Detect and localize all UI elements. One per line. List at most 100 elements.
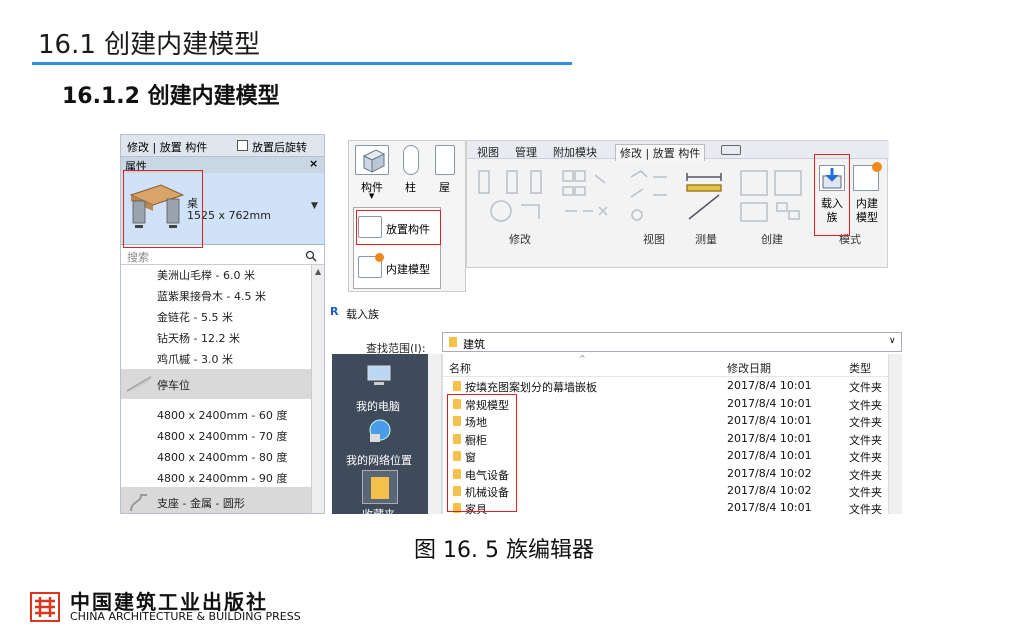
list-item[interactable]: 4800 x 2400mm - 90 度 <box>157 470 287 486</box>
view-tools <box>627 167 673 225</box>
list-scrollbar[interactable]: ▲ <box>311 265 324 513</box>
places-network[interactable]: 我的网络位置 <box>346 452 412 468</box>
context-tab-bar: 修改 | 放置 构件 放置后旋转 <box>121 135 324 157</box>
inplace-model-icon[interactable] <box>853 162 882 191</box>
lookin-select[interactable]: 建筑 ∨ <box>442 332 902 352</box>
modify-tools-icon[interactable] <box>471 167 621 225</box>
tab-modify-place[interactable]: 修改 | 放置 构件 <box>615 144 706 161</box>
dialog-title: 载入族 <box>346 308 379 321</box>
file-date: 2017/8/4 10:01 <box>727 414 812 427</box>
load-family-dialog: R 载入族 查找范围(I): 建筑 ∨ 我的电脑 我的网络位置 收藏夹 名称 ^… <box>326 302 904 521</box>
highlight-box-folders <box>447 394 517 512</box>
inplace-model-item[interactable]: 内建模型 <box>386 261 430 277</box>
group-create-label: 创建 <box>761 233 783 246</box>
favorites-icon[interactable] <box>362 470 398 504</box>
support-icon <box>130 494 147 512</box>
places-my-computer[interactable]: 我的电脑 <box>356 398 400 414</box>
table-row[interactable]: 按填充图案划分的幕墙嵌板 2017/8/4 10:01 文件夹 <box>443 378 889 395</box>
file-date: 2017/8/4 10:02 <box>727 484 812 497</box>
column-header-name[interactable]: 名称 <box>449 360 471 376</box>
tab-addins[interactable]: 附加模块 <box>553 144 597 160</box>
search-input[interactable]: 搜索 <box>127 249 149 265</box>
file-type: 文件夹 <box>849 434 882 447</box>
column-label[interactable]: 柱 <box>405 179 416 195</box>
tab-manage[interactable]: 管理 <box>515 144 537 160</box>
folder-icon <box>449 337 457 347</box>
lookin-value: 建筑 <box>463 338 485 351</box>
file-date: 2017/8/4 10:02 <box>727 467 812 480</box>
dialog-titlebar: R 载入族 <box>326 302 904 324</box>
create-tools-icon[interactable] <box>737 167 807 225</box>
publisher-name-en: CHINA ARCHITECTURE & BUILDING PRESS <box>70 610 301 623</box>
file-type: 文件夹 <box>849 381 882 394</box>
figure-caption: 图 16. 5 族编辑器 <box>414 538 594 563</box>
column-header-type[interactable]: 类型 <box>849 360 871 376</box>
file-date: 2017/8/4 10:01 <box>727 432 812 445</box>
file-type: 文件夹 <box>849 399 882 412</box>
group-modify-label: 修改 <box>509 233 531 246</box>
list-item[interactable]: 4800 x 2400mm - 80 度 <box>157 449 287 465</box>
places-scrollbar[interactable] <box>428 354 442 514</box>
panel-toggle-icon[interactable] <box>721 145 741 155</box>
section-subtitle: 16.1.2 创建内建模型 <box>62 84 280 109</box>
inplace-model-icon <box>358 253 384 278</box>
file-type: 文件夹 <box>849 469 882 482</box>
group-label: 支座 - 金属 - 圆形 <box>157 497 245 510</box>
rotate-checkbox[interactable] <box>237 140 248 151</box>
list-item[interactable]: 4800 x 2400mm - 70 度 <box>157 428 287 444</box>
places-favorites[interactable]: 收藏夹 <box>362 506 395 522</box>
modify-place-tab[interactable]: 修改 | 放置 构件 <box>127 139 207 155</box>
inplace-model-button[interactable]: 内建模型 <box>851 197 883 225</box>
file-type: 文件夹 <box>849 416 882 429</box>
file-date: 2017/8/4 10:01 <box>727 397 812 410</box>
list-item[interactable]: 美洲山毛榉 - 6.0 米 <box>157 267 255 283</box>
component-icon[interactable] <box>355 145 389 175</box>
places-bar: 我的电脑 我的网络位置 收藏夹 <box>332 354 428 521</box>
highlight-box-place <box>356 210 441 245</box>
publisher-logo-icon <box>30 592 60 622</box>
group-view-label: 视图 <box>643 233 665 246</box>
group-label: 停车位 <box>157 379 190 392</box>
roof-icon[interactable] <box>435 145 455 175</box>
chevron-down-icon[interactable]: ▼ <box>369 192 374 200</box>
highlight-box-load <box>814 154 850 236</box>
parking-icon <box>126 376 152 392</box>
highlight-box-type <box>123 170 203 248</box>
list-group-parking[interactable]: 停车位 <box>121 369 311 399</box>
chevron-down-icon[interactable]: ▼ <box>311 201 318 211</box>
file-type: 文件夹 <box>849 503 882 516</box>
list-item[interactable]: 4800 x 2400mm - 60 度 <box>157 407 287 423</box>
list-item[interactable]: 蓝紫果接骨木 - 4.5 米 <box>157 288 266 304</box>
file-date: 2017/8/4 10:01 <box>727 449 812 462</box>
file-type: 文件夹 <box>849 486 882 499</box>
measure-tools-icon[interactable] <box>683 167 733 225</box>
search-icon[interactable] <box>305 250 317 262</box>
revit-logo-icon: R <box>330 305 339 318</box>
column-header-date[interactable]: 修改日期 <box>727 360 771 376</box>
list-item[interactable]: 金链花 - 5.5 米 <box>157 309 233 325</box>
file-type: 文件夹 <box>849 451 882 464</box>
chevron-down-icon[interactable]: ∨ <box>889 336 896 346</box>
modify-tools <box>471 167 621 225</box>
list-item[interactable]: 钻天杨 - 12.2 米 <box>157 330 240 346</box>
file-name: 按填充图案划分的幕墙嵌板 <box>465 381 597 394</box>
folder-icon <box>453 381 461 391</box>
tab-view[interactable]: 视图 <box>477 144 499 160</box>
search-row: 搜索 <box>121 247 324 265</box>
column-icon[interactable] <box>403 145 419 175</box>
create-tools <box>737 167 807 225</box>
file-list-scrollbar[interactable] <box>888 354 902 514</box>
slide-title: 16.1 创建内建模型 <box>38 30 261 60</box>
group-measure-label: 测量 <box>695 233 717 246</box>
computer-icon[interactable] <box>366 364 394 388</box>
list-group-support[interactable]: 支座 - 金属 - 圆形 <box>121 487 311 513</box>
list-item[interactable]: 鸡爪槭 - 3.0 米 <box>157 351 233 367</box>
roof-label[interactable]: 屋 <box>439 179 450 195</box>
rotate-checkbox-label: 放置后旋转 <box>252 141 307 154</box>
close-icon[interactable]: × <box>309 157 318 170</box>
scroll-up-icon[interactable]: ▲ <box>315 267 321 276</box>
title-underline <box>32 62 572 65</box>
sort-asc-icon: ^ <box>579 354 586 363</box>
network-icon[interactable] <box>366 418 394 444</box>
view-tools-icon[interactable] <box>627 167 673 225</box>
